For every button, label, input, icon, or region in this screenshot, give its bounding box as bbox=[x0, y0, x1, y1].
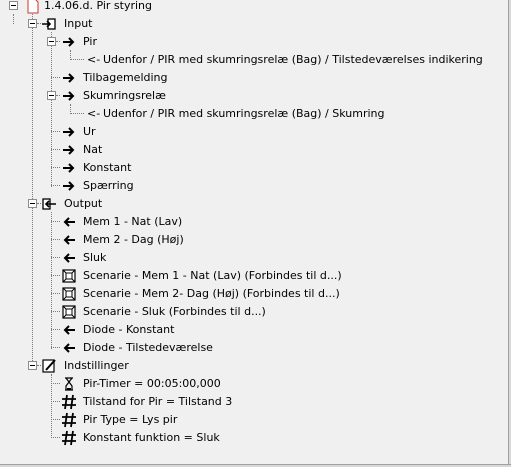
arrow-right-icon bbox=[63, 163, 75, 173]
tree-node-setting[interactable]: Tilstand for Pir = Tilstand 3 bbox=[0, 393, 300, 411]
tree-node-label: Scenarie - Sluk (Forbindes til d...) bbox=[83, 305, 266, 318]
tree-node-output-item[interactable]: Diode - Tilstedeværelse bbox=[0, 339, 300, 357]
tree-node-setting[interactable]: Konstant funktion = Sluk bbox=[0, 429, 300, 447]
tree-node-label: Scenarie - Mem 2- Dag (Høj) (Forbindes t… bbox=[83, 287, 340, 300]
arrow-left-icon bbox=[63, 235, 75, 245]
tree-node-label: Konstant bbox=[83, 161, 132, 174]
tree-node-output[interactable]: Output bbox=[0, 195, 200, 213]
tree-view[interactable]: 1.4.06.d. Pir styring Input Pir <- Udenf… bbox=[0, 0, 511, 465]
tree-node-output-item[interactable]: Diode - Konstant bbox=[0, 321, 300, 339]
document-icon bbox=[27, 0, 39, 14]
tree-node-setting[interactable]: Pir Type = Lys pir bbox=[0, 411, 300, 429]
tree-node-label: Sluk bbox=[83, 251, 107, 264]
hash-icon bbox=[62, 430, 76, 446]
arrow-right-icon bbox=[63, 127, 75, 137]
tree-node-label: 1.4.06.d. Pir styring bbox=[44, 0, 153, 12]
tree-node-label: Udenfor / PIR med skumringsrelæ (Bag) / … bbox=[103, 107, 385, 120]
tree-node-link[interactable]: <- Udenfor / PIR med skumringsrelæ (Bag)… bbox=[0, 105, 400, 123]
tree-node-label: Mem 1 - Nat (Lav) bbox=[83, 215, 183, 228]
hourglass-icon bbox=[65, 377, 73, 391]
tree-node-label: Scenarie - Mem 1 - Nat (Lav) (Forbindes … bbox=[83, 269, 342, 282]
tree-node-label: Skumringsrelæ bbox=[83, 89, 166, 102]
scene-icon bbox=[62, 305, 76, 319]
arrow-left-icon bbox=[63, 343, 75, 353]
tree-node-input[interactable]: Input bbox=[0, 15, 200, 33]
tree-node-ur[interactable]: Ur bbox=[0, 123, 200, 141]
tree-node-label: Tilstand for Pir = Tilstand 3 bbox=[83, 395, 233, 408]
tree-node-output-item[interactable]: Mem 1 - Nat (Lav) bbox=[0, 213, 300, 231]
input-icon bbox=[42, 18, 56, 30]
hash-icon bbox=[62, 412, 76, 428]
tree-node-label: Tilbagemelding bbox=[83, 71, 168, 84]
tree-node-link[interactable]: <- Udenfor / PIR med skumringsrelæ (Bag)… bbox=[0, 51, 500, 69]
tree-node-label: Udenfor / PIR med skumringsrelæ (Bag) / … bbox=[103, 53, 483, 66]
output-icon bbox=[42, 198, 56, 210]
tree-node-label: Pir bbox=[83, 35, 97, 48]
link-arrow-icon: <- bbox=[87, 107, 101, 120]
collapse-toggle[interactable] bbox=[47, 91, 56, 100]
tree-node-setting[interactable]: Pir-Timer = 00:05:00,000 bbox=[0, 375, 300, 393]
link-arrow-icon: <- bbox=[87, 53, 101, 66]
collapse-toggle[interactable] bbox=[28, 361, 37, 370]
tree-node-label: Nat bbox=[83, 143, 103, 156]
arrow-right-icon bbox=[63, 37, 75, 47]
arrow-right-icon bbox=[63, 91, 75, 101]
tree-node-tilbagemelding[interactable]: Tilbagemelding bbox=[0, 69, 200, 87]
tree-node-konstant[interactable]: Konstant bbox=[0, 159, 200, 177]
collapse-toggle[interactable] bbox=[47, 37, 56, 46]
arrow-right-icon bbox=[63, 181, 75, 191]
tree-node-settings[interactable]: Indstillinger bbox=[0, 357, 200, 375]
tree-node-nat[interactable]: Nat bbox=[0, 141, 200, 159]
hash-icon bbox=[62, 394, 76, 410]
tree-node-spaerring[interactable]: Spærring bbox=[0, 177, 200, 195]
collapse-toggle[interactable] bbox=[28, 199, 37, 208]
tree-node-label: Pir-Timer = 00:05:00,000 bbox=[83, 377, 221, 390]
tree-node-pir[interactable]: Pir bbox=[0, 33, 200, 51]
arrow-right-icon bbox=[63, 145, 75, 155]
tree-node-output-item[interactable]: Scenarie - Mem 2- Dag (Høj) (Forbindes t… bbox=[0, 285, 400, 303]
scene-icon bbox=[62, 269, 76, 283]
tree-node-root[interactable]: 1.4.06.d. Pir styring bbox=[0, 0, 200, 15]
tree-node-label: Pir Type = Lys pir bbox=[83, 413, 178, 426]
arrow-left-icon bbox=[63, 253, 75, 263]
collapse-toggle[interactable] bbox=[28, 19, 37, 28]
edit-settings-icon bbox=[42, 359, 56, 373]
tree-node-output-item[interactable]: Sluk bbox=[0, 249, 300, 267]
tree-node-output-item[interactable]: Mem 2 - Dag (Høj) bbox=[0, 231, 300, 249]
tree-node-output-item[interactable]: Scenarie - Mem 1 - Nat (Lav) (Forbindes … bbox=[0, 267, 400, 285]
tree-node-label: Input bbox=[64, 17, 93, 30]
arrow-left-icon bbox=[63, 217, 75, 227]
arrow-left-icon bbox=[63, 325, 75, 335]
tree-node-label: Diode - Konstant bbox=[83, 323, 175, 336]
collapse-toggle[interactable] bbox=[9, 1, 18, 10]
tree-node-label: Ur bbox=[83, 125, 96, 138]
tree-node-label: Diode - Tilstedeværelse bbox=[83, 341, 213, 354]
tree-node-output-item[interactable]: Scenarie - Sluk (Forbindes til d...) bbox=[0, 303, 400, 321]
tree-node-label: Mem 2 - Dag (Høj) bbox=[83, 233, 184, 246]
tree-node-label: Output bbox=[64, 197, 103, 210]
tree-node-label: Spærring bbox=[83, 179, 134, 192]
tree-node-skumringsrelae[interactable]: Skumringsrelæ bbox=[0, 87, 200, 105]
tree-node-label: Indstillinger bbox=[64, 359, 129, 372]
scene-icon bbox=[62, 287, 76, 301]
tree-node-label: Konstant funktion = Sluk bbox=[83, 431, 220, 444]
arrow-right-icon bbox=[63, 73, 75, 83]
